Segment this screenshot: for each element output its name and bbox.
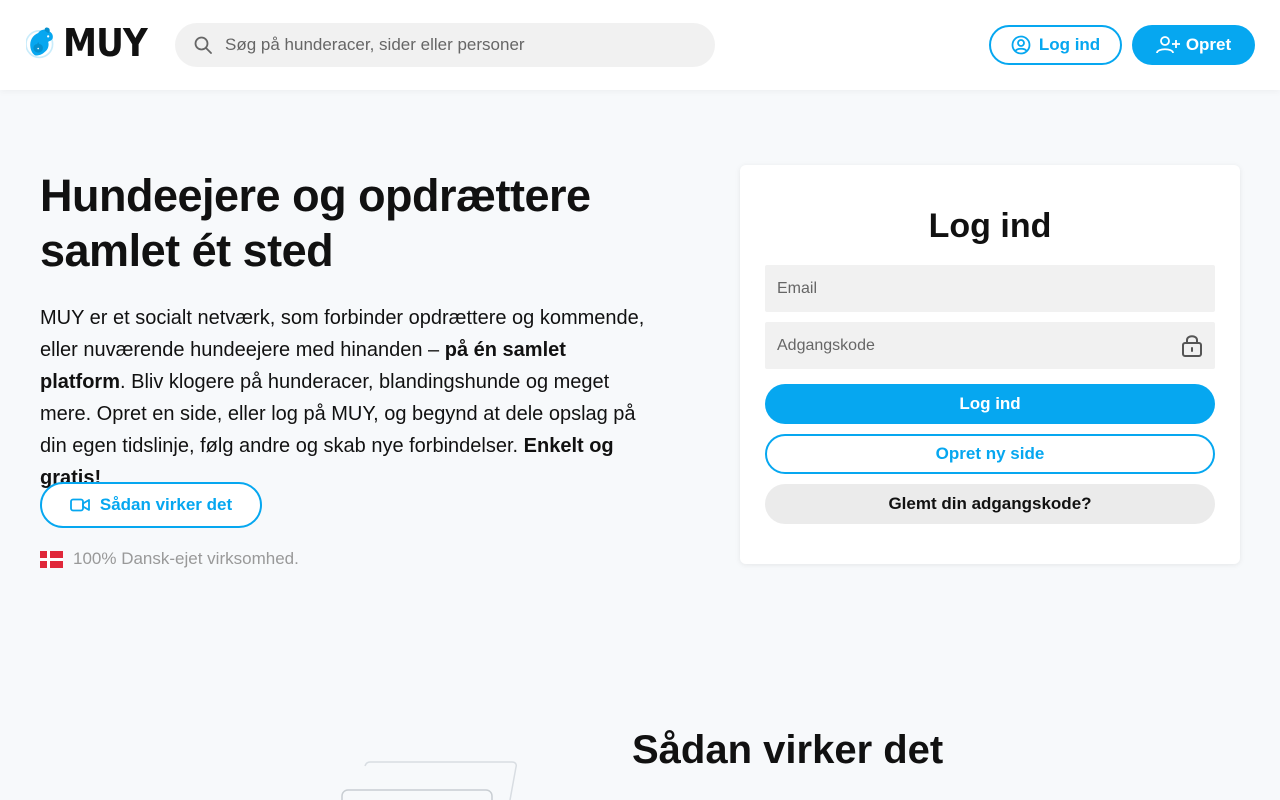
muy-logo[interactable]: MUY (26, 10, 156, 76)
logo-text: MUY (62, 21, 148, 65)
login-card-title: Log ind (928, 207, 1052, 245)
email-field[interactable] (765, 265, 1215, 312)
how-it-works-illustration (341, 761, 517, 800)
dog-cat-logo-icon (26, 27, 54, 59)
search-input[interactable] (225, 23, 695, 67)
header-login-label: Log ind (1038, 35, 1101, 54)
how-it-works-button[interactable]: Sådan virker det (40, 482, 262, 528)
search-icon (194, 36, 212, 54)
danish-flag-icon (40, 550, 63, 568)
email-field-wrapper (765, 265, 1215, 312)
top-header: MUY Log ind Opret (0, 0, 1280, 90)
login-submit-button[interactable]: Log ind (765, 384, 1215, 424)
login-card: Log ind Log ind Opret ny side Glemt din … (740, 165, 1240, 564)
header-login-button[interactable]: Log ind (989, 25, 1122, 65)
create-page-button[interactable]: Opret ny side (765, 434, 1215, 474)
header-create-button[interactable]: Opret (1132, 25, 1255, 65)
hero-title: Hundeejere og opdrættere samlet ét sted (40, 170, 591, 276)
how-it-works-label: Sådan virker det (99, 495, 233, 514)
danish-owned-text: 100% Dansk-ejet virksomhed. (73, 549, 299, 568)
password-field[interactable] (765, 322, 1215, 369)
search-bar[interactable] (175, 23, 715, 67)
password-field-wrapper (765, 322, 1215, 369)
forgot-password-button[interactable]: Glemt din adgangskode? (765, 484, 1215, 524)
header-create-label: Opret (1185, 35, 1232, 54)
how-it-works-title: Sådan virker det (632, 728, 944, 772)
user-plus-icon (1155, 36, 1180, 54)
user-circle-icon (1011, 35, 1031, 55)
hero-description: MUY er et socialt netværk, som forbinder… (40, 302, 650, 494)
lock-icon[interactable] (1181, 333, 1203, 358)
video-camera-icon (69, 498, 90, 512)
danish-owned-note: 100% Dansk-ejet virksomhed. (40, 547, 299, 571)
